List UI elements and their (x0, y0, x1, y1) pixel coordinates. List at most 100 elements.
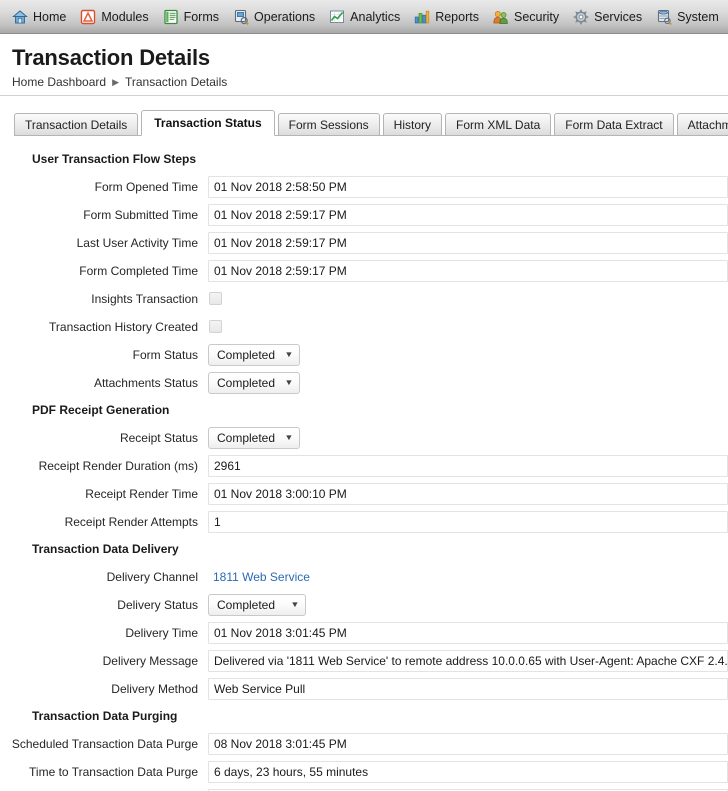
field-row-delivery-method: Delivery Method Web Service Pull (0, 675, 728, 702)
field-label: Last User Activity Time (76, 235, 198, 250)
transaction-history-created-checkbox[interactable] (209, 320, 222, 334)
nav-item-modules[interactable]: Modules (76, 1, 158, 33)
select-value: Completed (217, 597, 276, 612)
breadcrumb-current: Transaction Details (124, 75, 228, 90)
select-value: Completed (217, 375, 276, 390)
field-row-delivery-message: Delivery Message Delivered via '1811 Web… (0, 647, 728, 674)
chevron-down-icon: ▼ (284, 432, 294, 442)
field-label: Receipt Render Duration (ms) (38, 458, 198, 473)
section-title-flow-steps: User Transaction Flow Steps (32, 152, 197, 167)
field-label: Scheduled Transaction Data Purge (11, 736, 198, 751)
field-label: Delivery Channel (106, 569, 198, 584)
nav-label: Operations (254, 9, 316, 24)
field-row-scheduled-transaction-data-purge: Scheduled Transaction Data Purge 08 Nov … (0, 730, 728, 757)
scheduled-transaction-data-purge-input[interactable]: 08 Nov 2018 3:01:45 PM (208, 732, 728, 755)
chevron-down-icon: ▼ (284, 377, 294, 387)
field-label: Insights Transaction (91, 291, 198, 306)
field-row-form-submitted-time: Form Submitted Time 01 Nov 2018 2:59:17 … (0, 201, 728, 228)
nav-item-analytics[interactable]: Analytics (325, 1, 410, 33)
field-row-delivery-channel: Delivery Channel 1811 Web Service (0, 563, 728, 590)
top-navigation-bar: Home Modules Forms Operations Analytics … (0, 0, 728, 34)
tab-label: Transaction Status (154, 116, 262, 131)
tab-form-sessions[interactable]: Form Sessions (277, 113, 380, 137)
time-to-transaction-data-purge-input[interactable]: 6 days, 23 hours, 55 minutes (208, 760, 728, 783)
page-header: Transaction Details Home Dashboard ▶ Tra… (0, 34, 728, 97)
delivery-channel-link[interactable]: 1811 Web Service (208, 570, 310, 584)
field-label: Delivery Message (102, 653, 198, 668)
tab-bar: Transaction Details Transaction Status F… (0, 110, 728, 137)
tab-form-data-extract[interactable]: Form Data Extract (554, 113, 674, 137)
nav-label: Services (594, 9, 643, 24)
field-label: Form Completed Time (79, 263, 198, 278)
delivery-message-input[interactable]: Delivered via '1811 Web Service' to remo… (208, 649, 728, 672)
field-row-scheduled-transaction-record-purge: Scheduled Transaction Record Purge 30 Ja… (0, 786, 728, 791)
delivery-status-select[interactable]: Completed ▼ (208, 593, 306, 616)
field-label: Receipt Render Time (85, 486, 198, 501)
nav-label: Security (513, 9, 560, 24)
nav-item-reports[interactable]: Reports (410, 1, 489, 33)
field-row-time-to-transaction-data-purge: Time to Transaction Data Purge 6 days, 2… (0, 758, 728, 785)
nav-label: Forms (183, 9, 220, 24)
select-value: Completed (217, 347, 276, 362)
field-row-form-completed-time: Form Completed Time 01 Nov 2018 2:59:17 … (0, 257, 728, 284)
receipt-render-attempts-input[interactable]: 1 (208, 510, 728, 533)
delivery-method-input[interactable]: Web Service Pull (208, 677, 728, 700)
field-row-form-status: Form Status Completed ▼ (0, 341, 728, 368)
tab-transaction-details[interactable]: Transaction Details (14, 113, 139, 137)
field-label: Form Submitted Time (83, 207, 198, 222)
attachments-status-select[interactable]: Completed ▼ (208, 371, 300, 394)
field-label: Receipt Status (119, 430, 198, 445)
field-label: Time to Transaction Data Purge (29, 764, 198, 779)
form-completed-time-input[interactable]: 01 Nov 2018 2:59:17 PM (208, 259, 728, 282)
forms-icon (163, 9, 179, 25)
receipt-status-select[interactable]: Completed ▼ (208, 426, 300, 449)
field-label: Attachments Status (93, 375, 198, 390)
nav-item-services[interactable]: Services (569, 1, 652, 33)
modules-icon (80, 9, 96, 25)
field-label: Delivery Status (117, 597, 198, 612)
nav-item-system[interactable]: System (652, 1, 728, 33)
field-row-receipt-status: Receipt Status Completed ▼ (0, 424, 728, 451)
tab-transaction-status[interactable]: Transaction Status (141, 110, 275, 137)
field-label: Form Status (132, 347, 198, 362)
last-user-activity-time-input[interactable]: 01 Nov 2018 2:59:17 PM (208, 231, 728, 254)
nav-label: Reports (435, 9, 479, 24)
home-icon (12, 9, 28, 25)
breadcrumb: Home Dashboard ▶ Transaction Details (12, 75, 728, 89)
form-opened-time-input[interactable]: 01 Nov 2018 2:58:50 PM (208, 175, 728, 198)
form-status-select[interactable]: Completed ▼ (208, 343, 300, 366)
form-submitted-time-input[interactable]: 01 Nov 2018 2:59:17 PM (208, 203, 728, 226)
delivery-time-input[interactable]: 01 Nov 2018 3:01:45 PM (208, 621, 728, 644)
nav-item-forms[interactable]: Forms (159, 1, 229, 33)
field-row-receipt-render-time: Receipt Render Time 01 Nov 2018 3:00:10 … (0, 480, 728, 507)
operations-icon (233, 9, 249, 25)
field-label: Delivery Method (111, 681, 198, 696)
tab-attachments[interactable]: Attachments (676, 113, 728, 137)
nav-item-home[interactable]: Home (8, 1, 76, 33)
field-label: Receipt Render Attempts (64, 514, 198, 529)
field-row-receipt-render-attempts: Receipt Render Attempts 1 (0, 508, 728, 535)
field-row-last-user-activity-time: Last User Activity Time 01 Nov 2018 2:59… (0, 229, 728, 256)
nav-item-operations[interactable]: Operations (229, 1, 325, 33)
breadcrumb-home-dashboard[interactable]: Home Dashboard (12, 75, 106, 89)
insights-transaction-checkbox[interactable] (209, 292, 222, 306)
reports-icon (414, 9, 430, 25)
chevron-down-icon: ▼ (290, 599, 300, 609)
tab-history[interactable]: History (382, 113, 443, 137)
field-label: Form Opened Time (94, 179, 198, 194)
receipt-render-duration-input[interactable]: 2961 (208, 454, 728, 477)
select-value: Completed (217, 430, 276, 445)
tab-label: Transaction Details (25, 118, 128, 133)
field-row-transaction-history-created: Transaction History Created (0, 313, 728, 340)
tab-label: Form Data Extract (565, 118, 663, 133)
receipt-render-time-input[interactable]: 01 Nov 2018 3:00:10 PM (208, 482, 728, 505)
page-title: Transaction Details (12, 45, 210, 70)
nav-item-security[interactable]: Security (489, 1, 569, 33)
tab-form-xml-data[interactable]: Form XML Data (445, 113, 552, 137)
tab-label: History (393, 118, 432, 133)
tab-label: Attachments (687, 118, 728, 133)
nav-label: Modules (101, 9, 149, 24)
nav-label: Analytics (350, 9, 401, 24)
transaction-status-form: User Transaction Flow Steps Form Opened … (0, 136, 728, 791)
tab-label: Form XML Data (456, 118, 541, 133)
